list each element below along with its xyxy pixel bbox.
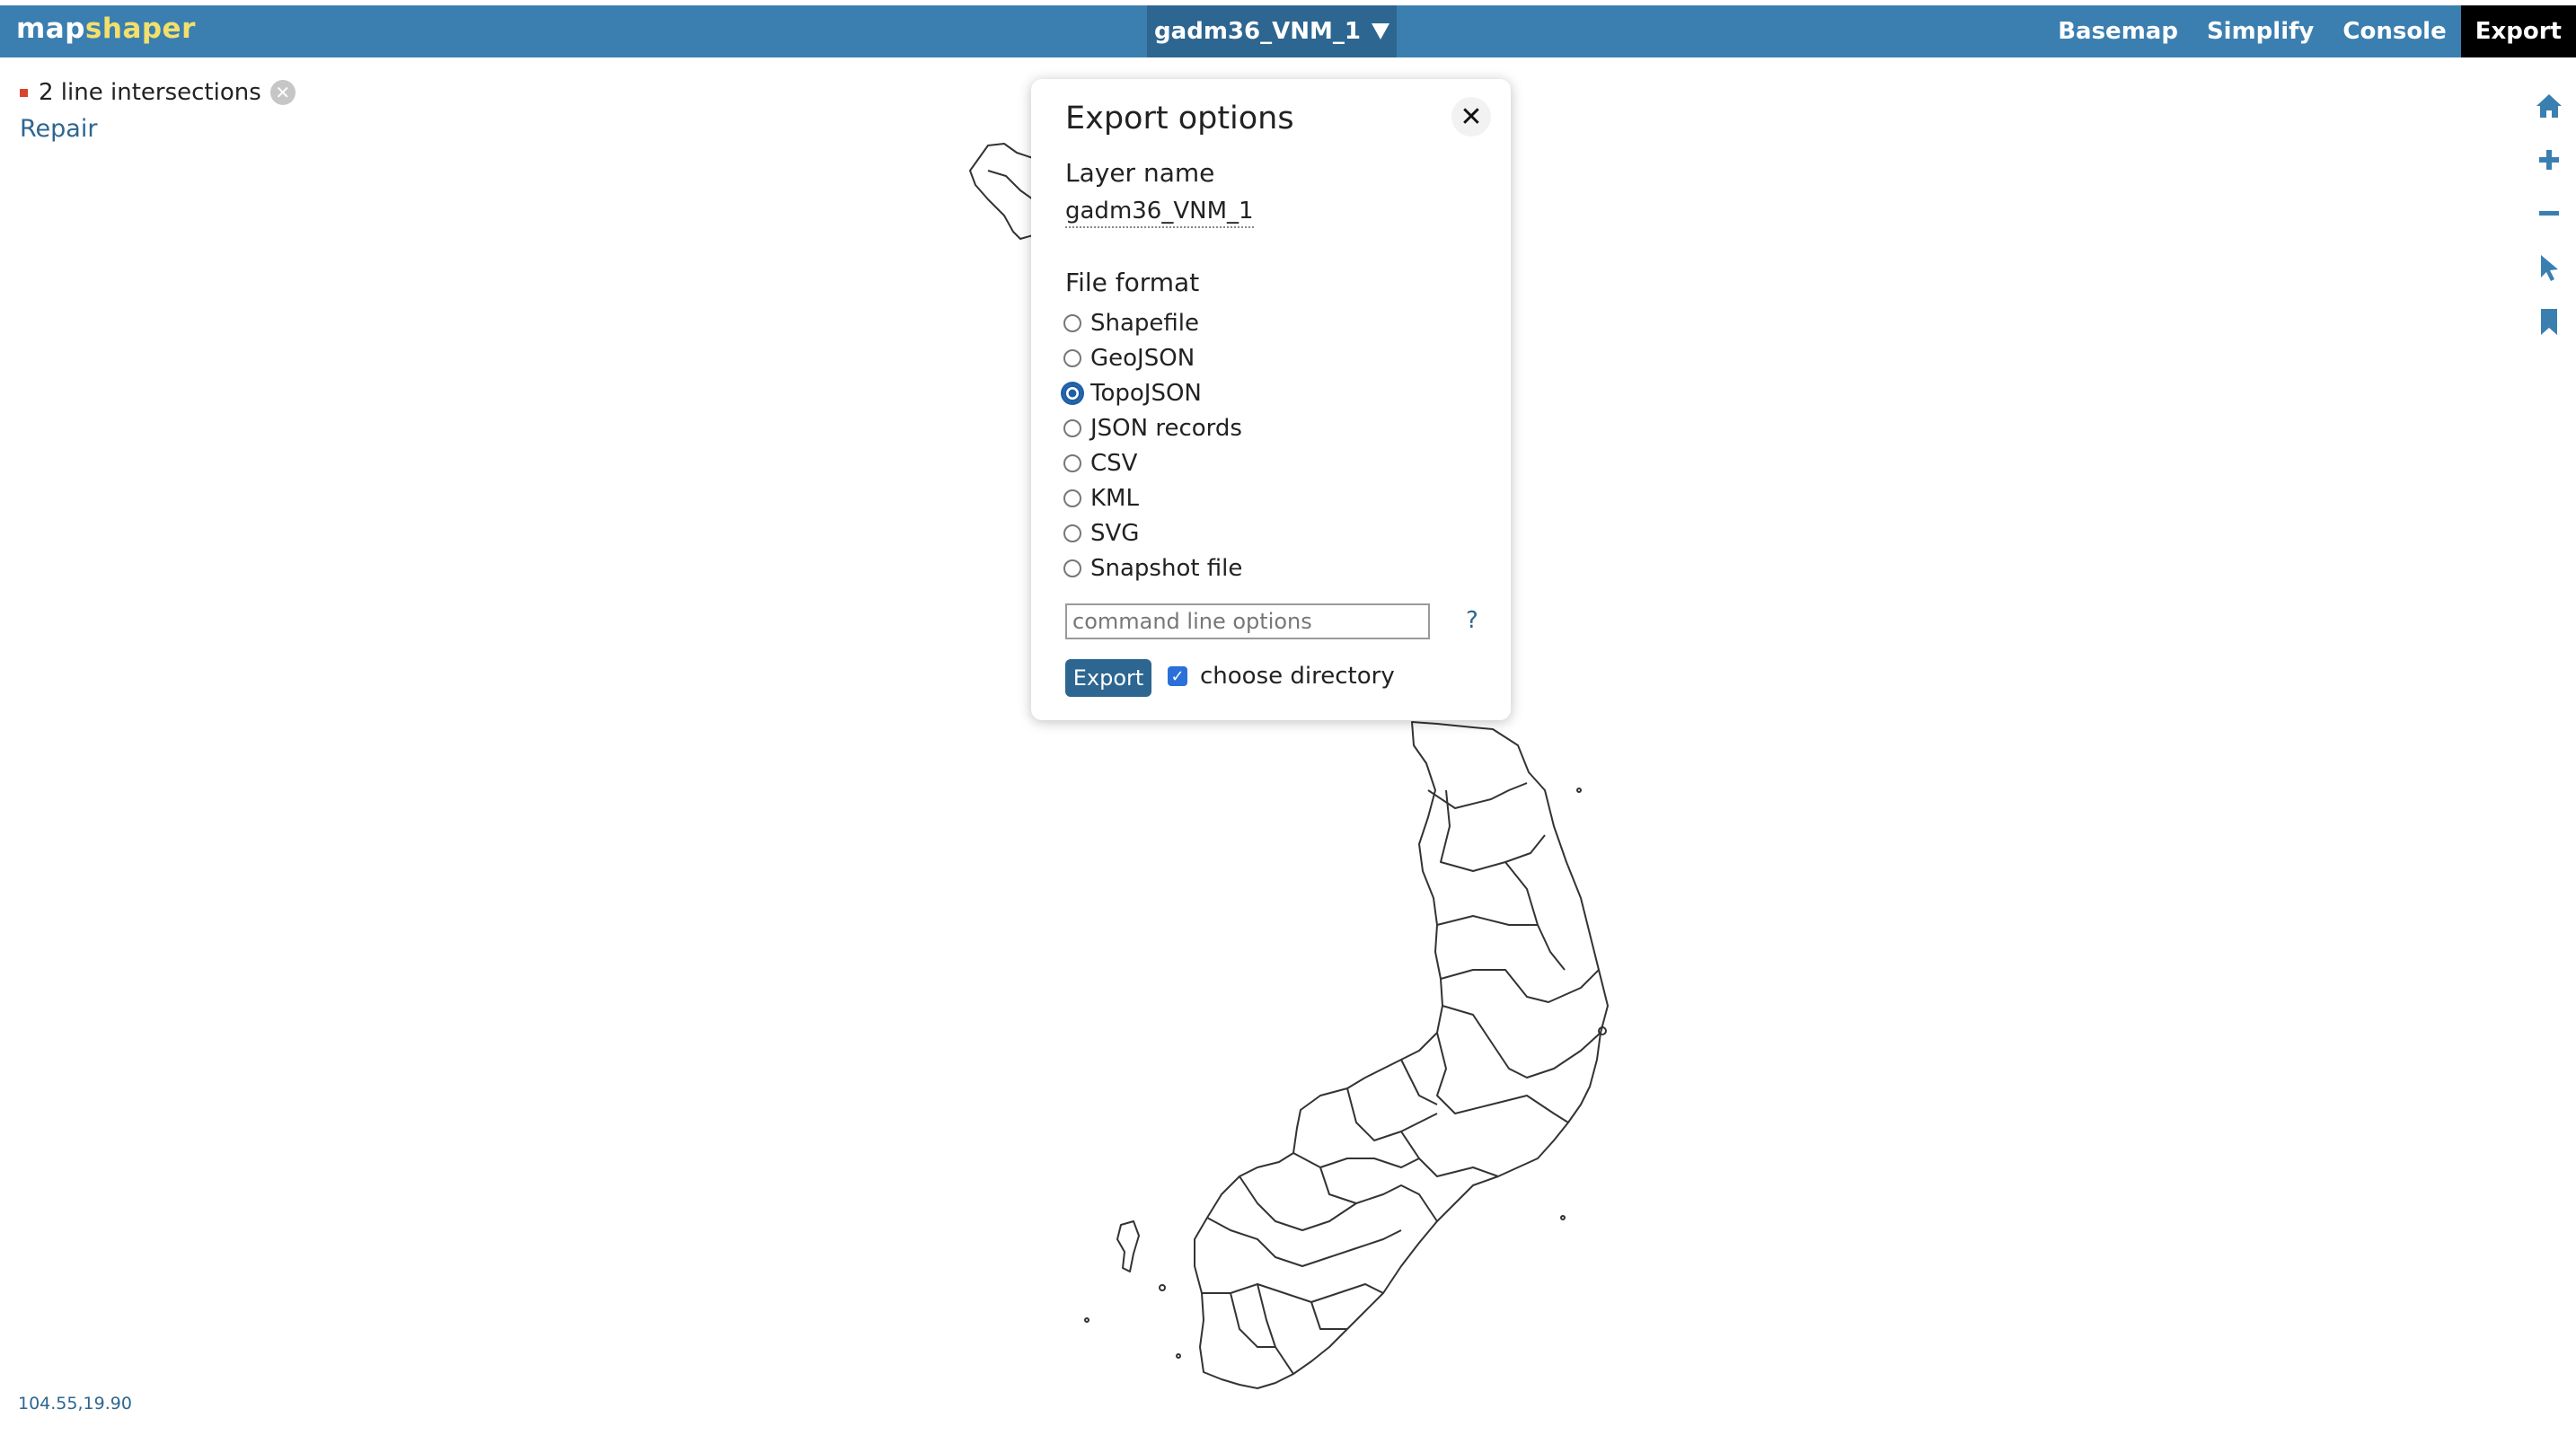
dialog-title: Export options bbox=[1065, 101, 1294, 136]
intersections-text: 2 line intersections bbox=[39, 79, 261, 106]
command-line-options-input[interactable] bbox=[1065, 603, 1430, 639]
format-label: CSV bbox=[1090, 449, 1138, 477]
map-region bbox=[1346, 1087, 1438, 1141]
format-label: GeoJSON bbox=[1090, 344, 1195, 372]
map-region bbox=[1310, 1301, 1347, 1330]
map-region bbox=[1440, 969, 1600, 1003]
app-logo: mapshaper bbox=[16, 13, 196, 45]
format-label: SVG bbox=[1090, 519, 1140, 547]
map-island bbox=[1159, 1284, 1166, 1291]
map-region bbox=[1504, 861, 1566, 971]
choose-directory-option[interactable]: ✓ choose directory bbox=[1168, 663, 1395, 690]
file-format-options: Shapefile GeoJSON TopoJSON JSON records … bbox=[1063, 305, 1242, 585]
bookmark-icon[interactable] bbox=[2533, 305, 2565, 338]
pointer-icon[interactable] bbox=[2533, 251, 2565, 284]
repair-link[interactable]: Repair bbox=[20, 115, 97, 143]
layer-selector-label: gadm36_VNM_1 bbox=[1154, 18, 1361, 45]
format-label: KML bbox=[1090, 484, 1139, 512]
map-region bbox=[1440, 789, 1546, 872]
format-option-geojson[interactable]: GeoJSON bbox=[1063, 340, 1242, 375]
map-region bbox=[1436, 1032, 1569, 1123]
choose-directory-label: choose directory bbox=[1200, 663, 1395, 690]
format-option-csv[interactable]: CSV bbox=[1063, 445, 1242, 480]
layer-name-field[interactable]: gadm36_VNM_1 bbox=[1065, 198, 1254, 228]
radio-button[interactable] bbox=[1063, 313, 1081, 332]
map-region bbox=[969, 143, 1034, 240]
home-icon[interactable] bbox=[2533, 90, 2565, 122]
map-region bbox=[1427, 782, 1528, 809]
caret-down-icon bbox=[1371, 23, 1389, 40]
zoom-in-icon[interactable] bbox=[2533, 144, 2565, 176]
zoom-out-icon[interactable] bbox=[2533, 198, 2565, 230]
file-format-label: File format bbox=[1065, 268, 1200, 297]
radio-button[interactable] bbox=[1063, 348, 1081, 367]
logo-text-map: map bbox=[16, 13, 85, 45]
map-island bbox=[1084, 1317, 1090, 1323]
logo-text-shaper: shaper bbox=[84, 13, 196, 45]
map-region bbox=[1292, 1152, 1420, 1168]
radio-button-selected[interactable] bbox=[1063, 383, 1081, 402]
format-option-snapshot[interactable]: Snapshot file bbox=[1063, 550, 1242, 585]
format-option-svg[interactable]: SVG bbox=[1063, 515, 1242, 550]
close-icon[interactable]: ✕ bbox=[1451, 97, 1491, 136]
map-island bbox=[1576, 788, 1582, 793]
format-label: Shapefile bbox=[1090, 309, 1200, 337]
map-region bbox=[1257, 1283, 1294, 1375]
radio-button[interactable] bbox=[1063, 524, 1081, 542]
format-label: Snapshot file bbox=[1090, 554, 1243, 582]
map-region bbox=[1206, 1217, 1402, 1267]
checkbox-checked-icon[interactable]: ✓ bbox=[1168, 666, 1187, 686]
format-label: JSON records bbox=[1090, 414, 1242, 442]
map-region bbox=[1436, 915, 1538, 926]
mapshaper-app: mapshaper gadm36_VNM_1 Basemap Simplify … bbox=[0, 0, 2576, 1435]
layer-selector[interactable]: gadm36_VNM_1 bbox=[1147, 5, 1397, 57]
radio-button[interactable] bbox=[1063, 418, 1081, 437]
map-region bbox=[1400, 1131, 1499, 1177]
nav-basemap[interactable]: Basemap bbox=[2043, 5, 2192, 57]
intersections-message: 2 line intersections ✕ bbox=[20, 79, 296, 106]
export-button[interactable]: Export bbox=[1065, 659, 1151, 697]
map-island bbox=[1560, 1215, 1566, 1220]
radio-button[interactable] bbox=[1063, 489, 1081, 507]
map-region bbox=[1239, 1175, 1357, 1231]
map-region bbox=[1202, 1283, 1384, 1303]
format-option-topojson[interactable]: TopoJSON bbox=[1063, 375, 1242, 410]
nav-console[interactable]: Console bbox=[2328, 5, 2460, 57]
radio-button[interactable] bbox=[1063, 453, 1081, 472]
main-nav: Basemap Simplify Console Export bbox=[2043, 5, 2576, 57]
map-region bbox=[1194, 721, 1609, 1389]
export-dialog: Export options ✕ Layer name gadm36_VNM_1… bbox=[1031, 79, 1511, 720]
top-bar: mapshaper gadm36_VNM_1 Basemap Simplify … bbox=[0, 5, 2576, 57]
map-region bbox=[1442, 1005, 1601, 1078]
layer-name-label: Layer name bbox=[1065, 158, 1215, 188]
map-island bbox=[1116, 1220, 1140, 1272]
map-region bbox=[1230, 1292, 1275, 1348]
map-tools bbox=[2533, 90, 2569, 359]
format-option-shapefile[interactable]: Shapefile bbox=[1063, 305, 1242, 340]
format-option-kml[interactable]: KML bbox=[1063, 480, 1242, 515]
map-region bbox=[1319, 1166, 1438, 1222]
intersection-marker bbox=[20, 88, 28, 97]
map-region bbox=[987, 170, 1034, 200]
map-island bbox=[1176, 1353, 1181, 1359]
nav-export[interactable]: Export bbox=[2460, 5, 2576, 57]
coordinates-readout: 104.55,19.90 bbox=[18, 1394, 132, 1413]
radio-button[interactable] bbox=[1063, 559, 1081, 577]
map-region bbox=[1400, 1059, 1438, 1105]
help-link[interactable]: ? bbox=[1466, 607, 1478, 634]
format-label: TopoJSON bbox=[1090, 379, 1202, 407]
format-option-json-records[interactable]: JSON records bbox=[1063, 410, 1242, 445]
dismiss-icon[interactable]: ✕ bbox=[269, 80, 296, 105]
nav-simplify[interactable]: Simplify bbox=[2192, 5, 2328, 57]
